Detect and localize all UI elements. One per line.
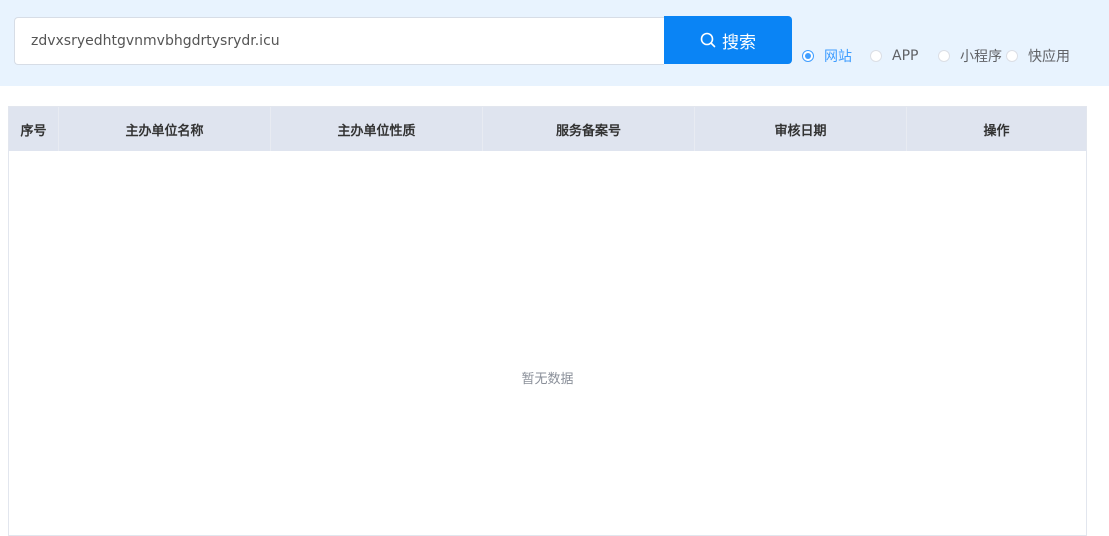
column-header-index: 序号	[9, 107, 59, 151]
radio-circle[interactable]	[802, 50, 814, 62]
search-button-label: 搜索	[722, 32, 756, 53]
results-table: 序号 主办单位名称 主办单位性质 服务备案号 审核日期 操作 暂无数据	[8, 106, 1087, 536]
radio-circle[interactable]	[938, 50, 950, 62]
radio-circle[interactable]	[1006, 50, 1018, 62]
search-bar: 搜索 网站 APP 小程序 快应用	[0, 0, 1109, 86]
search-input[interactable]	[14, 17, 664, 65]
column-header-review-date: 审核日期	[695, 107, 907, 151]
empty-state-text: 暂无数据	[521, 372, 574, 387]
search-icon	[700, 32, 716, 48]
column-header-sponsor-type: 主办单位性质	[271, 107, 483, 151]
radio-label: 快应用	[1028, 49, 1070, 65]
radio-website[interactable]: 网站	[802, 47, 852, 65]
radio-circle[interactable]	[870, 50, 882, 62]
column-header-sponsor-name: 主办单位名称	[59, 107, 271, 151]
radio-mini-program[interactable]: 小程序	[938, 47, 1002, 65]
radio-label: 网站	[824, 49, 852, 65]
radio-app[interactable]: APP	[870, 47, 918, 65]
radio-quick-app[interactable]: 快应用	[1006, 47, 1070, 65]
column-header-license-number: 服务备案号	[483, 107, 695, 151]
radio-label: 小程序	[960, 49, 1002, 65]
column-header-actions: 操作	[983, 123, 1010, 139]
search-button[interactable]: 搜索	[664, 16, 792, 64]
radio-label: APP	[892, 48, 919, 64]
table-header: 序号 主办单位名称 主办单位性质 服务备案号 审核日期 操作	[9, 107, 1086, 151]
